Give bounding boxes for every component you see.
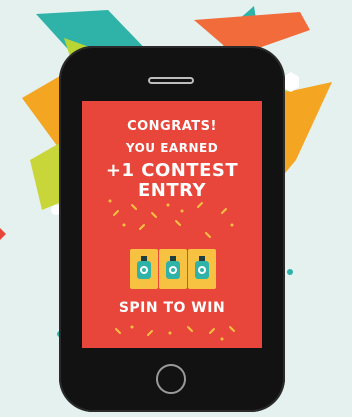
you-earned-text: YOU EARNED <box>125 141 219 155</box>
contest-entry-text: +1 CONTEST <box>105 160 239 181</box>
teal-dot-right <box>287 269 293 275</box>
slot-reel-2 <box>159 249 187 289</box>
home-button[interactable] <box>156 364 186 394</box>
spin-to-win-button[interactable]: SPIN TO WIN <box>82 300 262 316</box>
slot-reel-3 <box>188 249 216 289</box>
bottle-icon <box>195 256 209 279</box>
smartphone: CONGRATS! YOU EARNED +1 CONTEST ENTRY SP… <box>59 46 285 412</box>
congrats-text: CONGRATS! <box>127 119 217 134</box>
bottle-icon <box>166 256 180 279</box>
phone-screen: CONGRATS! YOU EARNED +1 CONTEST ENTRY SP… <box>82 101 262 348</box>
red-chevron <box>0 228 6 240</box>
promo-stage: CONGRATS! YOU EARNED +1 CONTEST ENTRY SP… <box>0 0 352 417</box>
speaker-slot <box>148 77 194 84</box>
white-hexagon <box>283 72 299 92</box>
entry-text: ENTRY <box>137 180 207 201</box>
bottle-icon <box>137 256 151 279</box>
slot-reel-1 <box>130 249 158 289</box>
